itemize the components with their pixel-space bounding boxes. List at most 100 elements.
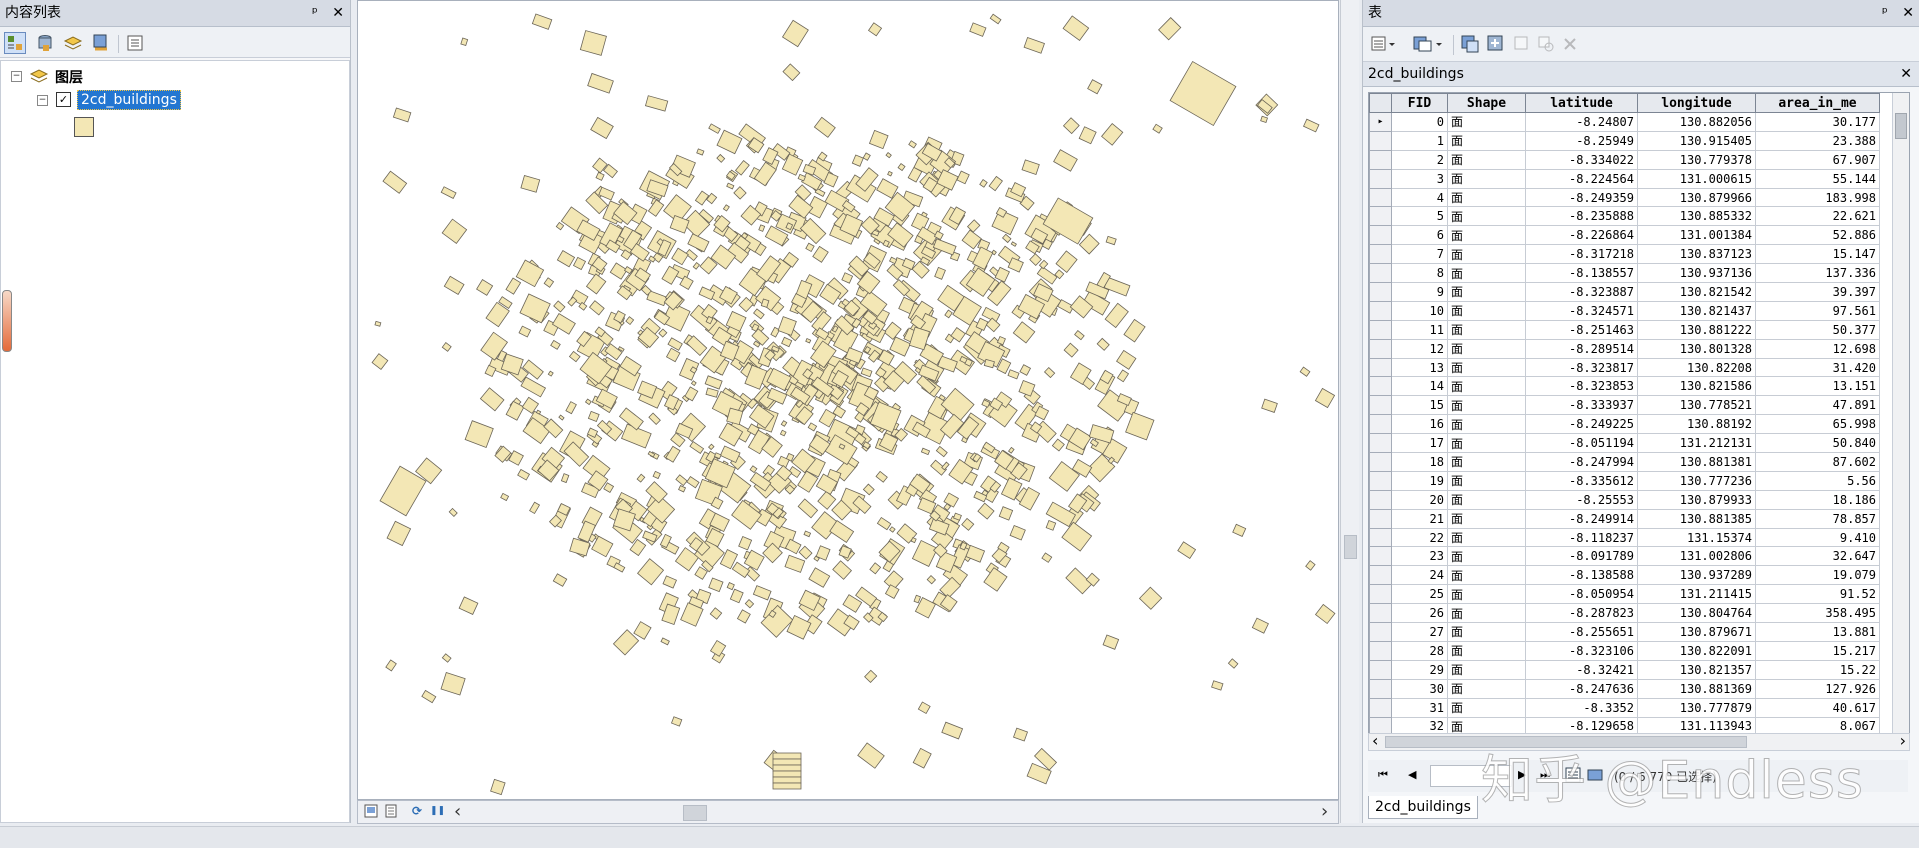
cell-fid[interactable]: 8 — [1391, 263, 1448, 284]
table-vertical-scroll-thumb[interactable] — [1895, 113, 1907, 139]
cell-shape[interactable]: 面 — [1447, 130, 1526, 151]
cell-latitude[interactable]: -8.249225 — [1525, 414, 1638, 435]
cell-fid[interactable]: 4 — [1391, 187, 1448, 208]
table-row[interactable]: 27 面 -8.255651 130.879671 13.881 — [1369, 622, 1880, 642]
cell-fid[interactable]: 21 — [1391, 508, 1448, 529]
cell-fid[interactable]: 19 — [1391, 470, 1448, 491]
column-header-fid[interactable]: FID — [1391, 93, 1448, 113]
row-selector[interactable] — [1369, 282, 1392, 302]
cell-area[interactable]: 31.420 — [1755, 357, 1880, 378]
cell-latitude[interactable]: -8.251463 — [1525, 319, 1638, 340]
map-scroll-left-button[interactable]: ‹ — [454, 801, 461, 822]
cell-shape[interactable]: 面 — [1447, 244, 1526, 265]
row-selector[interactable] — [1369, 244, 1392, 265]
cell-area[interactable]: 32.647 — [1755, 546, 1880, 567]
table-bottom-tab[interactable]: 2cd_buildings — [1368, 796, 1478, 819]
cell-longitude[interactable]: 130.777879 — [1637, 697, 1756, 718]
cell-fid[interactable]: 28 — [1391, 640, 1448, 661]
cell-longitude[interactable]: 130.881222 — [1637, 319, 1756, 340]
map-horizontal-scroll-thumb[interactable] — [683, 805, 707, 821]
cell-latitude[interactable]: -8.249914 — [1525, 508, 1638, 529]
cell-fid[interactable]: 16 — [1391, 414, 1448, 435]
table-row[interactable]: 3 面 -8.224564 131.000615 55.144 — [1369, 168, 1880, 189]
cell-longitude[interactable]: 130.837123 — [1637, 244, 1756, 265]
related-tables-icon[interactable] — [1411, 33, 1445, 55]
cell-area[interactable]: 39.397 — [1755, 282, 1880, 302]
row-selector[interactable] — [1369, 603, 1392, 624]
row-selector[interactable] — [1369, 414, 1392, 435]
table-row[interactable]: 24 面 -8.138588 130.937289 19.079 — [1369, 565, 1880, 586]
side-dock-handle[interactable] — [2, 290, 12, 352]
cell-longitude[interactable]: 131.15374 — [1637, 527, 1756, 548]
table-row[interactable]: 1 面 -8.25949 130.915405 23.388 — [1369, 130, 1880, 151]
cell-area[interactable]: 47.891 — [1755, 395, 1880, 416]
cell-fid[interactable]: 18 — [1391, 452, 1448, 472]
cell-longitude[interactable]: 131.113943 — [1637, 716, 1756, 733]
table-row[interactable]: 13 面 -8.323817 130.82208 31.420 — [1369, 357, 1880, 378]
cell-latitude[interactable]: -8.249359 — [1525, 187, 1638, 208]
cell-latitude[interactable]: -8.255651 — [1525, 622, 1638, 642]
cell-area[interactable]: 18.186 — [1755, 489, 1880, 510]
list-by-drawing-order-icon[interactable] — [4, 32, 26, 54]
table-scroll-left-button[interactable]: ‹ — [1372, 731, 1378, 750]
cell-longitude[interactable]: 130.885332 — [1637, 206, 1756, 227]
table-row[interactable]: 8 面 -8.138557 130.937136 137.336 — [1369, 263, 1880, 284]
layers-collapse-toggle[interactable]: − — [11, 71, 22, 82]
cell-fid[interactable]: 3 — [1391, 168, 1448, 189]
row-selector[interactable] — [1369, 489, 1392, 510]
cell-latitude[interactable]: -8.226864 — [1525, 225, 1638, 246]
cell-longitude[interactable]: 131.211415 — [1637, 584, 1756, 605]
cell-shape[interactable]: 面 — [1447, 489, 1526, 510]
refresh-icon[interactable]: ⟳ — [412, 804, 422, 818]
layer-visibility-checkbox[interactable]: ✓ — [56, 92, 71, 107]
cell-area[interactable]: 358.495 — [1755, 603, 1880, 624]
cell-fid[interactable]: 20 — [1391, 489, 1448, 510]
cell-area[interactable]: 183.998 — [1755, 187, 1880, 208]
options-icon[interactable] — [124, 32, 146, 54]
table-scroll-right-button[interactable]: › — [1900, 731, 1906, 750]
cell-area[interactable]: 78.857 — [1755, 508, 1880, 529]
table-vertical-scrollbar[interactable] — [1892, 93, 1909, 733]
cell-fid[interactable]: 14 — [1391, 376, 1448, 397]
cell-latitude[interactable]: -8.334022 — [1525, 149, 1638, 170]
row-selector[interactable] — [1369, 527, 1392, 548]
row-selector[interactable] — [1369, 546, 1392, 567]
cell-fid[interactable]: 31 — [1391, 697, 1448, 718]
table-row[interactable]: 15 面 -8.333937 130.778521 47.891 — [1369, 395, 1880, 416]
cell-latitude[interactable]: -8.051194 — [1525, 433, 1638, 454]
cell-latitude[interactable]: -8.138588 — [1525, 565, 1638, 586]
cell-latitude[interactable]: -8.287823 — [1525, 603, 1638, 624]
cell-longitude[interactable]: 131.000615 — [1637, 168, 1756, 189]
cell-area[interactable]: 15.147 — [1755, 244, 1880, 265]
cell-shape[interactable]: 面 — [1447, 395, 1526, 416]
cell-fid[interactable]: 23 — [1391, 546, 1448, 567]
cell-latitude[interactable]: -8.323817 — [1525, 357, 1638, 378]
cell-shape[interactable]: 面 — [1447, 470, 1526, 491]
cell-area[interactable]: 67.907 — [1755, 149, 1880, 170]
cell-fid[interactable]: 25 — [1391, 584, 1448, 605]
previous-record-button[interactable]: ◀ — [1408, 768, 1416, 781]
row-selector[interactable] — [1369, 376, 1392, 397]
table-row[interactable]: 23 面 -8.091789 131.002806 32.647 — [1369, 546, 1880, 567]
cell-fid[interactable]: 12 — [1391, 338, 1448, 359]
cell-area[interactable]: 50.377 — [1755, 319, 1880, 340]
column-header-area[interactable]: area_in_me — [1755, 93, 1880, 113]
cell-shape[interactable]: 面 — [1447, 263, 1526, 284]
cell-fid[interactable]: 10 — [1391, 300, 1448, 321]
table-row[interactable]: 11 面 -8.251463 130.881222 50.377 — [1369, 319, 1880, 340]
cell-latitude[interactable]: -8.050954 — [1525, 584, 1638, 605]
cell-shape[interactable]: 面 — [1447, 603, 1526, 624]
zoom-to-selected-icon[interactable] — [1535, 33, 1557, 55]
row-selector[interactable] — [1369, 433, 1392, 454]
table-row[interactable]: 10 面 -8.324571 130.821437 97.561 — [1369, 300, 1880, 321]
toc-pin-button[interactable]: ᵖ — [312, 5, 318, 21]
table-row[interactable]: 6 面 -8.226864 131.001384 52.886 — [1369, 225, 1880, 246]
table-row[interactable]: 26 面 -8.287823 130.804764 358.495 — [1369, 603, 1880, 624]
table-options-icon[interactable] — [1369, 33, 1395, 55]
cell-latitude[interactable]: -8.333937 — [1525, 395, 1638, 416]
cell-shape[interactable]: 面 — [1447, 187, 1526, 208]
cell-fid[interactable]: 17 — [1391, 433, 1448, 454]
cell-shape[interactable]: 面 — [1447, 225, 1526, 246]
cell-longitude[interactable]: 130.937289 — [1637, 565, 1756, 586]
cell-shape[interactable]: 面 — [1447, 300, 1526, 321]
